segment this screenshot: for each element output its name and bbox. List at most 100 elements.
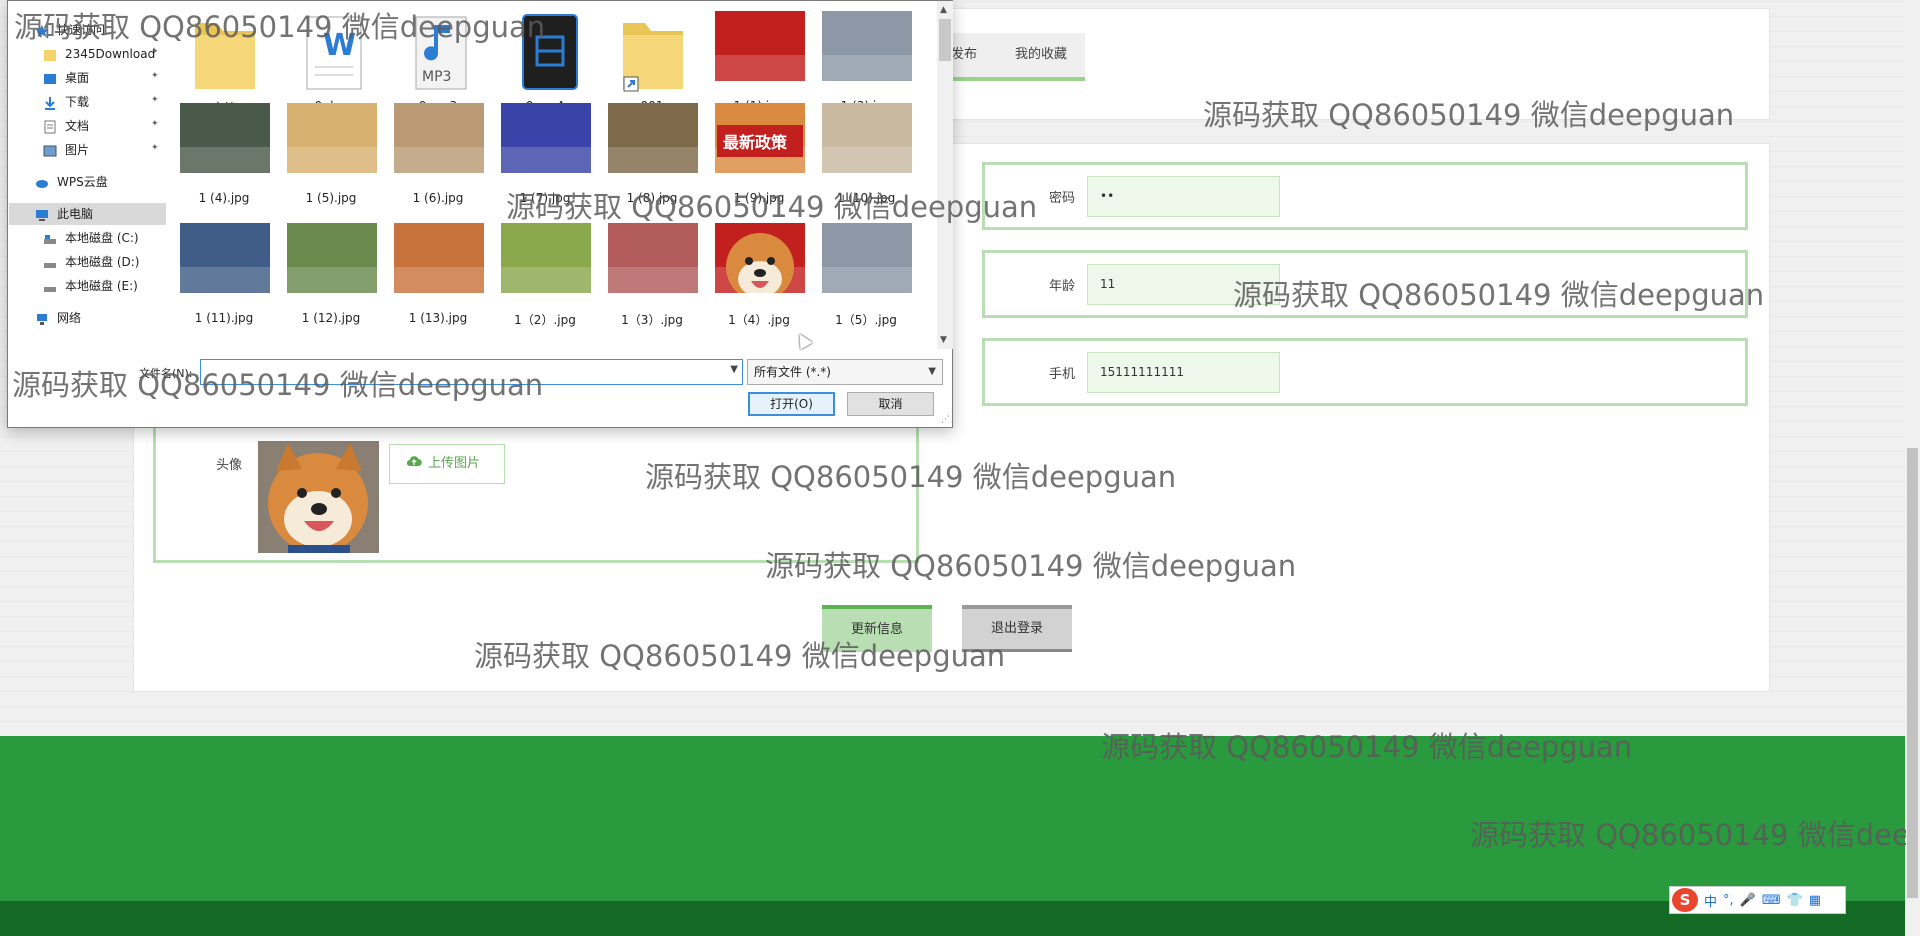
ime-toolbar: S 中 °, 🎤 ⌨ 👕 ▦ [1669, 886, 1846, 914]
filetype-select[interactable]: 所有文件 (*.*) ▼ [747, 359, 943, 385]
keyboard-icon[interactable]: ⌨ [1762, 893, 1781, 908]
nav-documents[interactable]: 文档 [43, 115, 89, 137]
nav-drive-d[interactable]: 本地磁盘 (D:) [43, 251, 139, 273]
nav-this-pc[interactable]: 此电脑 [9, 203, 166, 225]
scroll-up-icon[interactable]: ▲ [940, 5, 947, 15]
audio-file-icon: MP3 [394, 11, 484, 90]
image-thumbnail: 最新政策 [715, 103, 805, 173]
password-label: 密码 [1048, 191, 1075, 206]
tab-publish-label: 发布 [951, 47, 978, 62]
star-icon [35, 23, 51, 37]
file-open-dialog: 快速访问 2345Download ✦ 桌面 ✦ 下载 ✦ 文档 ✦ 图片 ✦ … [7, 0, 953, 428]
file-name: 1 (10).jpg [836, 191, 896, 205]
image-thumbnail [822, 11, 912, 81]
sogou-logo-icon[interactable]: S [1672, 888, 1698, 912]
nav-desktop-label: 桌面 [65, 71, 90, 85]
picture-icon [43, 143, 59, 157]
image-thumbnail [608, 103, 698, 173]
file-item[interactable]: 1 (11).jpg [176, 213, 272, 331]
file-name: 1 (6).jpg [412, 191, 464, 205]
skin-shirt-icon[interactable]: 👕 [1787, 893, 1803, 908]
update-info-button[interactable]: 更新信息 [822, 605, 932, 652]
file-item[interactable]: 1 (5).jpg [283, 93, 379, 211]
nav-pictures[interactable]: 图片 [43, 139, 89, 161]
logout-button[interactable]: 退出登录 [962, 605, 1072, 652]
footer [0, 736, 1920, 901]
password-input[interactable]: •• [1087, 176, 1280, 217]
pin-icon: ✦ [151, 119, 159, 129]
desktop-icon [43, 71, 59, 85]
nav-pictures-label: 图片 [65, 143, 90, 157]
file-item[interactable]: 1 (4).jpg [176, 93, 272, 211]
file-name: 1（5）.jpg [835, 313, 897, 327]
file-item[interactable]: 1 (10).jpg [818, 93, 914, 211]
resize-grip-icon[interactable]: ⋰ [941, 415, 950, 425]
punctuation-icon[interactable]: °, [1723, 893, 1734, 908]
image-thumbnail [822, 103, 912, 173]
image-thumbnail [501, 223, 591, 293]
file-item[interactable]: 1（2）.jpg [497, 213, 593, 331]
nav-quick-access[interactable]: 快速访问 [35, 19, 105, 41]
nav-desktop[interactable]: 桌面 [43, 67, 89, 89]
cancel-button[interactable]: 取消 [847, 392, 934, 416]
footer-bottom-bar [0, 901, 1920, 936]
file-item[interactable]: 1（4）.jpg [711, 213, 807, 331]
image-thumbnail [394, 103, 484, 173]
image-thumbnail [608, 223, 698, 293]
nav-drive-c[interactable]: 本地磁盘 (C:) [43, 227, 139, 249]
microphone-icon[interactable]: 🎤 [1740, 893, 1756, 908]
nav-documents-label: 文档 [65, 119, 90, 133]
dialog-file-scrollbar[interactable]: ▲ ▼ [937, 1, 953, 349]
file-name: 1 (7).jpg [519, 191, 571, 205]
image-thumbnail [180, 223, 270, 293]
nav-2345download[interactable]: 2345Download [43, 43, 155, 65]
chevron-down-icon[interactable]: ▼ [730, 364, 738, 375]
age-input[interactable]: 11 [1087, 264, 1280, 305]
dialog-file-grid: 文档W0.docMP30.mp30.mp40011 (1).jpg1 (3).j… [176, 1, 936, 349]
svg-text:MP3: MP3 [422, 69, 451, 85]
nav-downloads-label: 下载 [65, 95, 90, 109]
dialog-scrollbar-thumb[interactable] [939, 19, 951, 61]
nav-network-label: 网络 [57, 311, 82, 325]
drive-icon [43, 279, 59, 293]
filename-input[interactable]: ▼ [200, 359, 743, 385]
image-thumbnail [287, 223, 377, 293]
file-name: 1 (5).jpg [305, 191, 357, 205]
phone-input[interactable]: 15111111111 [1087, 352, 1280, 393]
file-item[interactable]: 1 (13).jpg [390, 213, 486, 331]
nav-downloads[interactable]: 下载 [43, 91, 89, 113]
file-item[interactable]: 1（5）.jpg [818, 213, 914, 331]
file-item[interactable]: 1 (6).jpg [390, 93, 486, 211]
file-name: 1 (11).jpg [194, 311, 254, 325]
scroll-down-icon[interactable]: ▼ [940, 335, 947, 345]
image-thumbnail [501, 103, 591, 173]
file-item[interactable]: 1（3）.jpg [604, 213, 700, 331]
filename-label: 文件名(N): [139, 367, 193, 380]
file-name: 1 (9).jpg [733, 191, 785, 205]
tab-favorites[interactable]: 我的收藏 [997, 33, 1086, 81]
nav-drive-e[interactable]: 本地磁盘 (E:) [43, 275, 138, 297]
file-name: 1 (13).jpg [408, 311, 468, 325]
pin-icon: ✦ [151, 143, 159, 153]
nav-wps-label: WPS云盘 [57, 175, 108, 189]
folder-icon [180, 11, 270, 89]
cloud-upload-icon [406, 445, 422, 483]
open-button[interactable]: 打开(O) [748, 392, 835, 416]
upload-image-button[interactable]: 上传图片 [389, 444, 505, 484]
nav-network[interactable]: 网络 [35, 307, 81, 329]
toolbox-grid-icon[interactable]: ▦ [1809, 893, 1821, 908]
avatar-image [258, 441, 379, 553]
cloud-icon [35, 175, 51, 189]
age-label: 年龄 [1048, 279, 1075, 294]
nav-wps-cloud[interactable]: WPS云盘 [35, 171, 108, 193]
page-scrollbar-thumb[interactable] [1907, 448, 1918, 898]
file-item[interactable]: 最新政策 1 (9).jpg [711, 93, 807, 211]
file-name: 1 (12).jpg [301, 311, 361, 325]
file-item[interactable]: 1 (12).jpg [283, 213, 379, 331]
file-name: 1（3）.jpg [621, 313, 683, 327]
file-item[interactable]: 1 (8).jpg [604, 93, 700, 211]
ime-mode-toggle[interactable]: 中 [1704, 891, 1717, 910]
network-icon [35, 311, 51, 325]
nav-this-pc-label: 此电脑 [57, 207, 94, 221]
file-item[interactable]: 1 (7).jpg [497, 93, 593, 211]
